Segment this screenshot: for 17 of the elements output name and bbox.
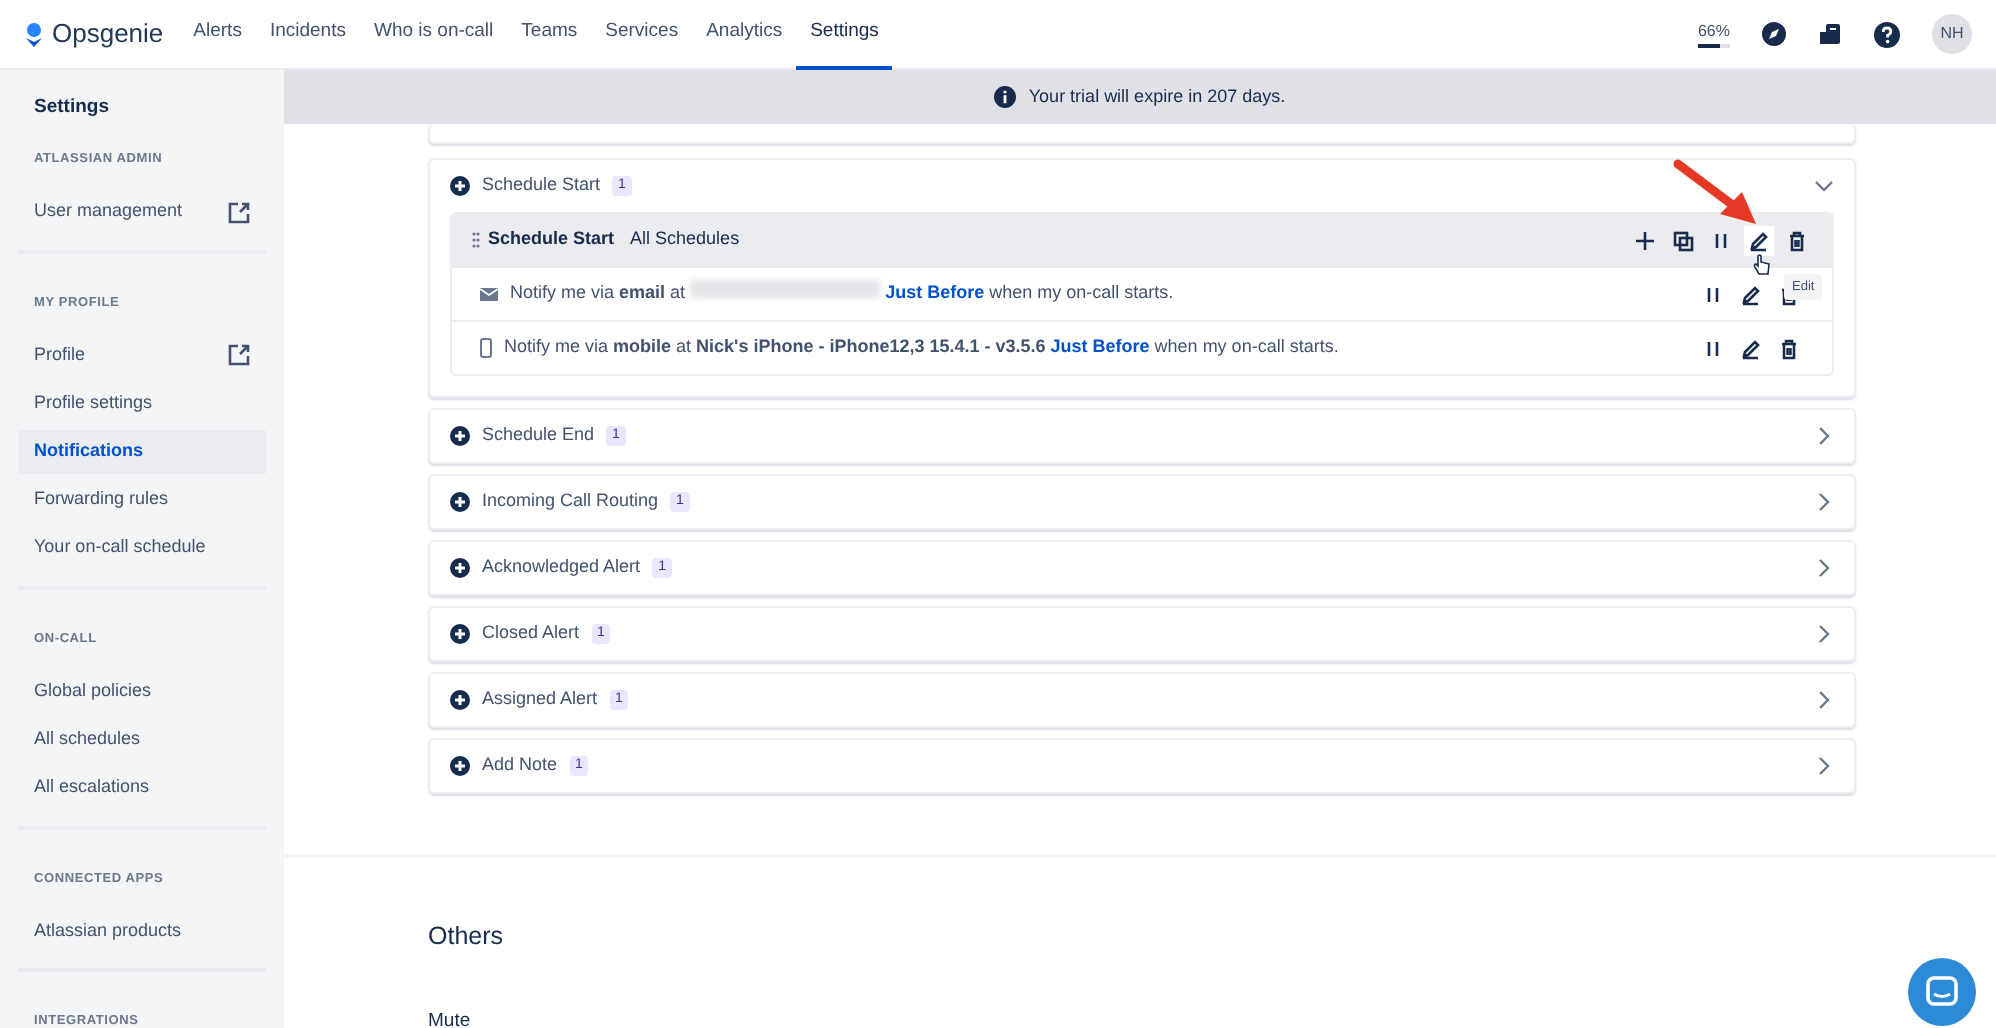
trial-banner: Your trial will expire in 207 days. <box>284 70 1996 124</box>
section-title: Assigned Alert <box>482 686 598 713</box>
schedule-scope: All Schedules <box>630 226 740 253</box>
rule-group-title: Schedule Start <box>488 226 615 253</box>
section-title: Add Note <box>482 752 558 779</box>
section-title: Schedule Start <box>482 172 601 199</box>
rule-text: Notify me via email at Just Before when my on-call starts. <box>510 280 1174 307</box>
subsection-heading: Mute <box>428 1007 473 1028</box>
usage-reading: 66% <box>1697 20 1730 44</box>
section-title: Schedule End <box>482 422 595 449</box>
brand-name: Opsgenie <box>52 16 164 53</box>
section-title: Closed Alert <box>482 620 580 647</box>
section-title: Incoming Call Routing <box>482 488 659 515</box>
section-title: Acknowledged Alert <box>482 554 641 581</box>
rule-text: Notify me via mobile at Nick's iPhone - iPhone12,3 15.4.1 - v3.5.6 Just Before when my on-call starts. <box>504 334 1339 361</box>
section-heading: Others <box>428 920 506 954</box>
sidebar-title: Settings <box>32 94 111 122</box>
